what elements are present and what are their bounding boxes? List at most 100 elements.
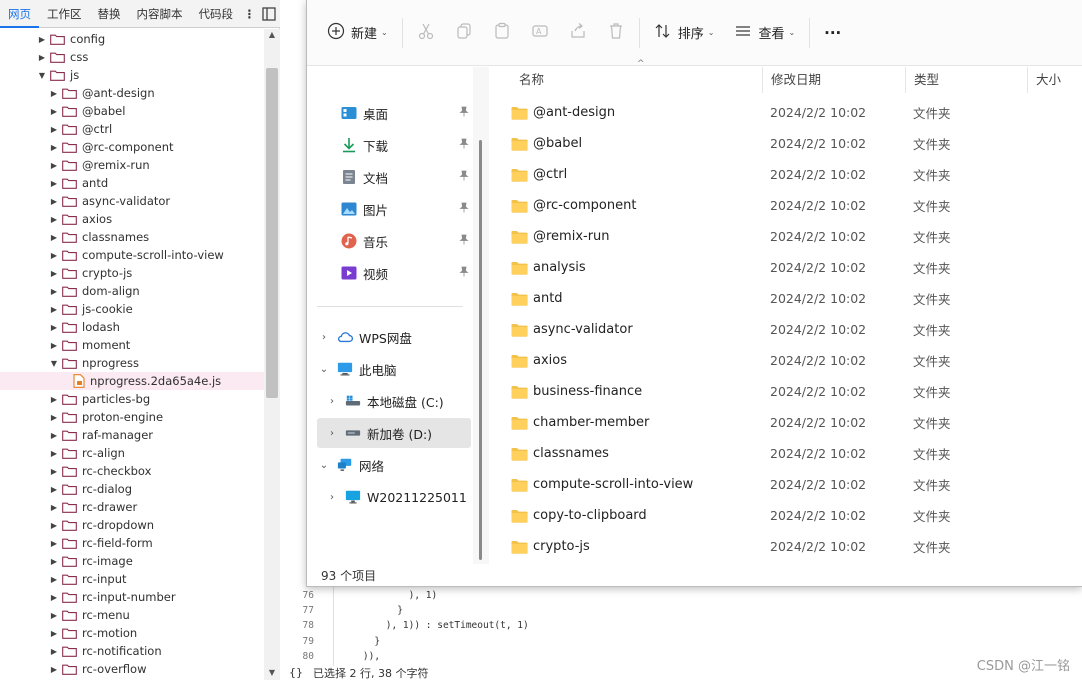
file-list-row[interactable]: copy-to-clipboard 2024/2/2 10:02 文件夹 bbox=[489, 500, 1082, 531]
file-list-row[interactable]: async-validator 2024/2/2 10:02 文件夹 bbox=[489, 314, 1082, 345]
tree-folder-item[interactable]: ▶ compute-scroll-into-view bbox=[0, 246, 264, 264]
chevron-down-icon[interactable]: ⌄ bbox=[317, 364, 331, 375]
tree-folder-item[interactable]: ▼ js bbox=[0, 66, 264, 84]
tree-folder-item[interactable]: ▶ async-validator bbox=[0, 192, 264, 210]
triangle-right-icon[interactable]: ▶ bbox=[49, 449, 59, 458]
quick-access-item[interactable]: 文档 bbox=[317, 162, 471, 192]
tree-folder-item[interactable]: ▶ dom-align bbox=[0, 282, 264, 300]
delete-button[interactable] bbox=[597, 15, 635, 51]
view-button[interactable]: 查看 ⌄ bbox=[724, 15, 805, 51]
chevron-right-icon[interactable]: › bbox=[325, 396, 339, 407]
tree-folder-item[interactable]: ▶ rc-overflow bbox=[0, 660, 264, 678]
triangle-right-icon[interactable]: ▶ bbox=[49, 485, 59, 494]
triangle-right-icon[interactable]: ▶ bbox=[49, 539, 59, 548]
tree-folder-item[interactable]: ▶ antd bbox=[0, 174, 264, 192]
scroll-down-icon[interactable]: ▼ bbox=[266, 668, 278, 677]
tree-folder-item[interactable]: ▶ rc-image bbox=[0, 552, 264, 570]
file-list-row[interactable]: @ctrl 2024/2/2 10:02 文件夹 bbox=[489, 159, 1082, 190]
triangle-right-icon[interactable]: ▶ bbox=[49, 575, 59, 584]
tree-folder-item[interactable]: ▼ nprogress bbox=[0, 354, 264, 372]
file-list-row[interactable]: crypto-js 2024/2/2 10:02 文件夹 bbox=[489, 531, 1082, 562]
tab-snippets[interactable]: 代码段 bbox=[191, 0, 242, 28]
sort-button[interactable]: 排序 ⌄ bbox=[644, 15, 725, 51]
triangle-right-icon[interactable]: ▶ bbox=[49, 647, 59, 656]
code-line[interactable]: ), 1) bbox=[340, 588, 438, 603]
tree-folder-item[interactable]: ▶ rc-menu bbox=[0, 606, 264, 624]
tree-folder-item[interactable]: ▶ js-cookie bbox=[0, 300, 264, 318]
chevron-right-icon[interactable]: › bbox=[325, 428, 339, 439]
tree-folder-item[interactable]: ▶ @ant-design bbox=[0, 84, 264, 102]
file-list-row[interactable]: chamber-member 2024/2/2 10:02 文件夹 bbox=[489, 407, 1082, 438]
triangle-right-icon[interactable]: ▶ bbox=[49, 629, 59, 638]
tree-folder-item[interactable]: ▶ rc-dropdown bbox=[0, 516, 264, 534]
nav-tree-item[interactable]: ⌄ 此电脑 bbox=[317, 354, 471, 384]
chevron-right-icon[interactable]: › bbox=[317, 332, 331, 343]
nav-tree-item[interactable]: › WPS网盘 bbox=[317, 322, 471, 352]
triangle-right-icon[interactable]: ▶ bbox=[37, 35, 47, 44]
more-tabs-icon[interactable]: ⋮ bbox=[241, 7, 258, 21]
tree-folder-item[interactable]: ▶ crypto-js bbox=[0, 264, 264, 282]
nav-tree-item[interactable]: › W20211225011 bbox=[317, 482, 471, 512]
file-list-row[interactable]: business-finance 2024/2/2 10:02 文件夹 bbox=[489, 376, 1082, 407]
tree-folder-item[interactable]: ▶ rc-checkbox bbox=[0, 462, 264, 480]
file-list-row[interactable]: analysis 2024/2/2 10:02 文件夹 bbox=[489, 252, 1082, 283]
tab-content-scripts[interactable]: 内容脚本 bbox=[129, 0, 191, 28]
triangle-right-icon[interactable]: ▶ bbox=[49, 143, 59, 152]
new-button[interactable]: 新建 ⌄ bbox=[317, 15, 398, 51]
tree-folder-item[interactable]: ▶ rc-notification bbox=[0, 642, 264, 660]
quick-access-item[interactable]: 视频 bbox=[317, 258, 471, 288]
pin-icon[interactable] bbox=[459, 234, 469, 248]
more-options-icon[interactable]: ··· bbox=[814, 15, 851, 51]
nav-tree-item[interactable]: › 新加卷 (D:) bbox=[317, 418, 471, 448]
column-header-type[interactable]: 类型 bbox=[906, 67, 1028, 93]
code-line[interactable]: )), bbox=[340, 649, 380, 664]
tree-folder-item[interactable]: ▶ config bbox=[0, 30, 264, 48]
tree-folder-item[interactable]: ▶ @babel bbox=[0, 102, 264, 120]
pin-icon[interactable] bbox=[459, 138, 469, 152]
tree-folder-item[interactable]: ▶ proton-engine bbox=[0, 408, 264, 426]
tree-folder-item[interactable]: ▶ particles-bg bbox=[0, 390, 264, 408]
share-button[interactable] bbox=[559, 15, 597, 51]
triangle-right-icon[interactable]: ▶ bbox=[49, 107, 59, 116]
copy-button[interactable] bbox=[445, 15, 483, 51]
tree-folder-item[interactable]: ▶ @rc-component bbox=[0, 138, 264, 156]
pin-icon[interactable] bbox=[459, 170, 469, 184]
nav-tree-item[interactable]: ⌄ 网络 bbox=[317, 450, 471, 480]
tab-webpage[interactable]: 网页 bbox=[0, 0, 39, 28]
tree-folder-item[interactable]: ▶ @remix-run bbox=[0, 156, 264, 174]
code-line[interactable]: ), 1)) : setTimeout(t, 1) bbox=[340, 618, 529, 633]
paste-button[interactable] bbox=[483, 15, 521, 51]
tab-workspace[interactable]: 工作区 bbox=[39, 0, 90, 28]
file-list-row[interactable]: @remix-run 2024/2/2 10:02 文件夹 bbox=[489, 221, 1082, 252]
triangle-right-icon[interactable]: ▶ bbox=[49, 413, 59, 422]
triangle-right-icon[interactable]: ▶ bbox=[49, 305, 59, 314]
tree-folder-item[interactable]: ▶ rc-motion bbox=[0, 624, 264, 642]
chevron-right-icon[interactable]: › bbox=[325, 492, 339, 503]
pin-icon[interactable] bbox=[459, 106, 469, 120]
pretty-print-icon[interactable]: {} bbox=[289, 666, 303, 679]
file-list-row[interactable]: classnames 2024/2/2 10:02 文件夹 bbox=[489, 438, 1082, 469]
column-header-name[interactable]: 名称 bbox=[511, 67, 763, 93]
tree-folder-item[interactable]: ▶ css bbox=[0, 48, 264, 66]
nav-tree-item[interactable]: › 本地磁盘 (C:) bbox=[317, 386, 471, 416]
tree-folder-item[interactable]: ▶ @ctrl bbox=[0, 120, 264, 138]
triangle-right-icon[interactable]: ▶ bbox=[49, 89, 59, 98]
file-list-row[interactable]: axios 2024/2/2 10:02 文件夹 bbox=[489, 345, 1082, 376]
rename-button[interactable]: A bbox=[521, 15, 559, 51]
triangle-right-icon[interactable]: ▶ bbox=[49, 215, 59, 224]
triangle-right-icon[interactable]: ▶ bbox=[49, 593, 59, 602]
triangle-right-icon[interactable]: ▶ bbox=[49, 395, 59, 404]
triangle-right-icon[interactable]: ▶ bbox=[49, 161, 59, 170]
quick-access-item[interactable]: 图片 bbox=[317, 194, 471, 224]
column-header-modified[interactable]: 修改日期 bbox=[763, 67, 906, 93]
tree-folder-item[interactable]: ▶ rc-field-form bbox=[0, 534, 264, 552]
triangle-right-icon[interactable]: ▶ bbox=[49, 269, 59, 278]
tree-scrollbar-thumb[interactable] bbox=[266, 68, 278, 398]
file-list-row[interactable]: @ant-design 2024/2/2 10:02 文件夹 bbox=[489, 97, 1082, 128]
navigation-scrollbar-thumb[interactable] bbox=[479, 140, 482, 560]
file-list-row[interactable]: @rc-component 2024/2/2 10:02 文件夹 bbox=[489, 190, 1082, 221]
triangle-down-icon[interactable]: ▼ bbox=[37, 71, 47, 80]
tree-folder-item[interactable]: ▶ classnames bbox=[0, 228, 264, 246]
triangle-right-icon[interactable]: ▶ bbox=[49, 179, 59, 188]
triangle-right-icon[interactable]: ▶ bbox=[49, 611, 59, 620]
